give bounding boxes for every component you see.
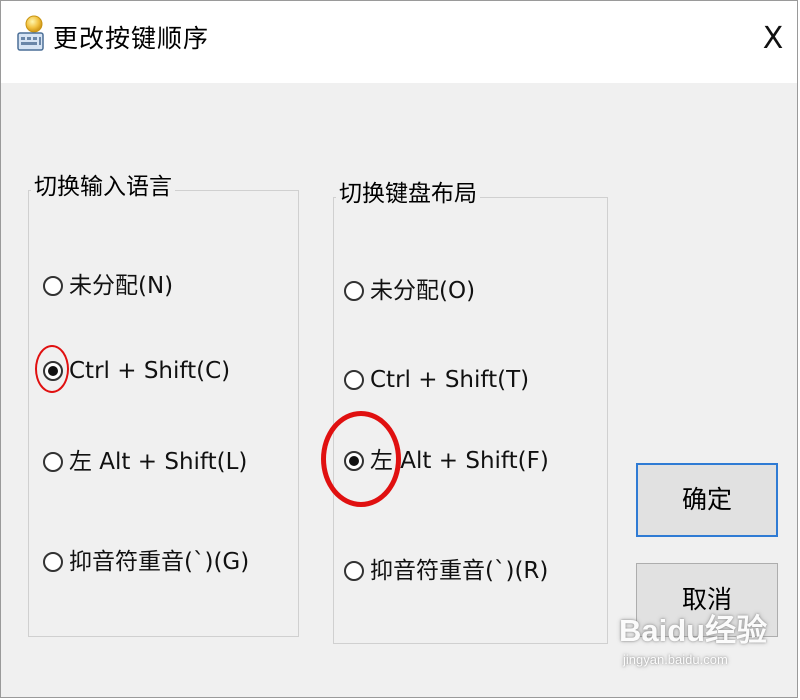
radio-option-unassigned-n[interactable]: 未分配(N) — [43, 266, 173, 306]
radio-option-grave-accent-g[interactable]: 抑音符重音(`)(G) — [43, 542, 249, 582]
change-key-sequence-dialog: 更改按键顺序 X 切换输入语言 未分配(N) Ctrl + Shift(C) 左… — [0, 0, 798, 698]
ok-button[interactable]: 确定 — [636, 463, 778, 537]
dialog-title: 更改按键顺序 — [53, 24, 210, 53]
watermark-sub-text: jingyan.baidu.com — [623, 652, 728, 667]
switch-keyboard-layout-group: 切换键盘布局 未分配(O) Ctrl + Shift(T) 左 Alt + Sh… — [333, 176, 608, 644]
radio-option-label: Ctrl + Shift(T) — [370, 367, 530, 393]
radio-option-label: 左 Alt + Shift(L) — [69, 449, 248, 475]
radio-option-label: 左 Alt + Shift(F) — [370, 448, 549, 474]
radio-circle[interactable] — [43, 552, 63, 572]
radio-circle[interactable] — [43, 452, 63, 472]
radio-option-label: 未分配(O) — [370, 278, 476, 304]
group-label-input-language: 切换输入语言 — [31, 169, 175, 205]
radio-option-ctrl-shift-t[interactable]: Ctrl + Shift(T) — [344, 360, 529, 400]
title-bar: 更改按键顺序 X — [1, 1, 797, 83]
radio-circle[interactable] — [43, 276, 63, 296]
radio-option-label: 抑音符重音(`)(R) — [370, 558, 549, 584]
radio-option-left-alt-shift-f[interactable]: 左 Alt + Shift(F) — [344, 441, 549, 481]
radio-option-grave-accent-r[interactable]: 抑音符重音(`)(R) — [344, 551, 548, 591]
radio-circle-selected[interactable] — [43, 361, 63, 381]
radio-option-label: 未分配(N) — [69, 273, 174, 299]
radio-option-unassigned-o[interactable]: 未分配(O) — [344, 271, 475, 311]
radio-circle[interactable] — [344, 370, 364, 390]
radio-option-label: Ctrl + Shift(C) — [69, 358, 231, 384]
radio-option-label: 抑音符重音(`)(G) — [69, 549, 250, 575]
cancel-button[interactable]: 取消 — [636, 563, 778, 637]
close-icon[interactable]: X — [751, 17, 795, 61]
group-label-keyboard-layout: 切换键盘布局 — [336, 176, 480, 212]
switch-input-language-group: 切换输入语言 未分配(N) Ctrl + Shift(C) 左 Alt + Sh… — [28, 169, 299, 637]
radio-circle[interactable] — [344, 281, 364, 301]
radio-circle[interactable] — [344, 561, 364, 581]
radio-option-ctrl-shift-c[interactable]: Ctrl + Shift(C) — [43, 351, 230, 391]
keyboard-icon — [13, 15, 47, 55]
radio-circle-selected[interactable] — [344, 451, 364, 471]
radio-option-left-alt-shift-l[interactable]: 左 Alt + Shift(L) — [43, 442, 247, 482]
